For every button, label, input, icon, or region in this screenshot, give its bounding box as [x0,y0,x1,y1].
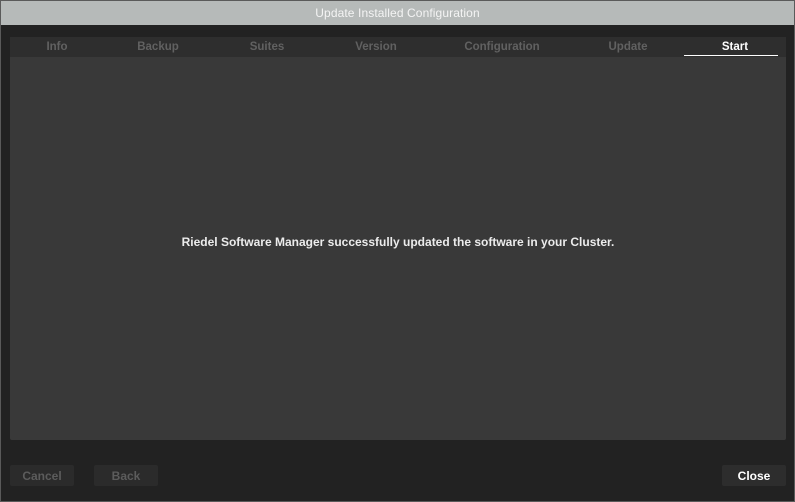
tab-update[interactable]: Update [574,37,682,57]
cancel-button[interactable]: Cancel [10,465,74,486]
tab-label: Suites [249,41,285,53]
window-title: Update Installed Configuration [315,6,480,20]
wizard-panel: Info Backup Suites Version Configuration… [10,37,786,440]
tab-configuration[interactable]: Configuration [430,37,574,57]
tab-label: Start [721,41,749,53]
success-message: Riedel Software Manager successfully upd… [181,235,615,249]
tab-label: Configuration [464,41,540,53]
tab-label: Version [355,41,397,53]
cancel-label: Cancel [22,468,62,483]
tab-label: Info [46,41,68,53]
back-button[interactable]: Back [94,465,158,486]
tab-info[interactable]: Info [10,37,104,57]
close-label: Close [737,468,771,483]
wizard-steps: Info Backup Suites Version Configuration… [10,37,786,57]
update-configuration-window: Update Installed Configuration Info Back… [0,0,795,502]
tab-label: Backup [137,41,179,53]
close-button[interactable]: Close [722,465,786,486]
back-label: Back [111,468,141,483]
tab-start[interactable]: Start [682,37,786,57]
tab-backup[interactable]: Backup [104,37,212,57]
tab-label: Update [608,41,648,53]
tab-suites[interactable]: Suites [212,37,322,57]
tab-version[interactable]: Version [322,37,430,57]
title-bar[interactable]: Update Installed Configuration [1,1,794,25]
